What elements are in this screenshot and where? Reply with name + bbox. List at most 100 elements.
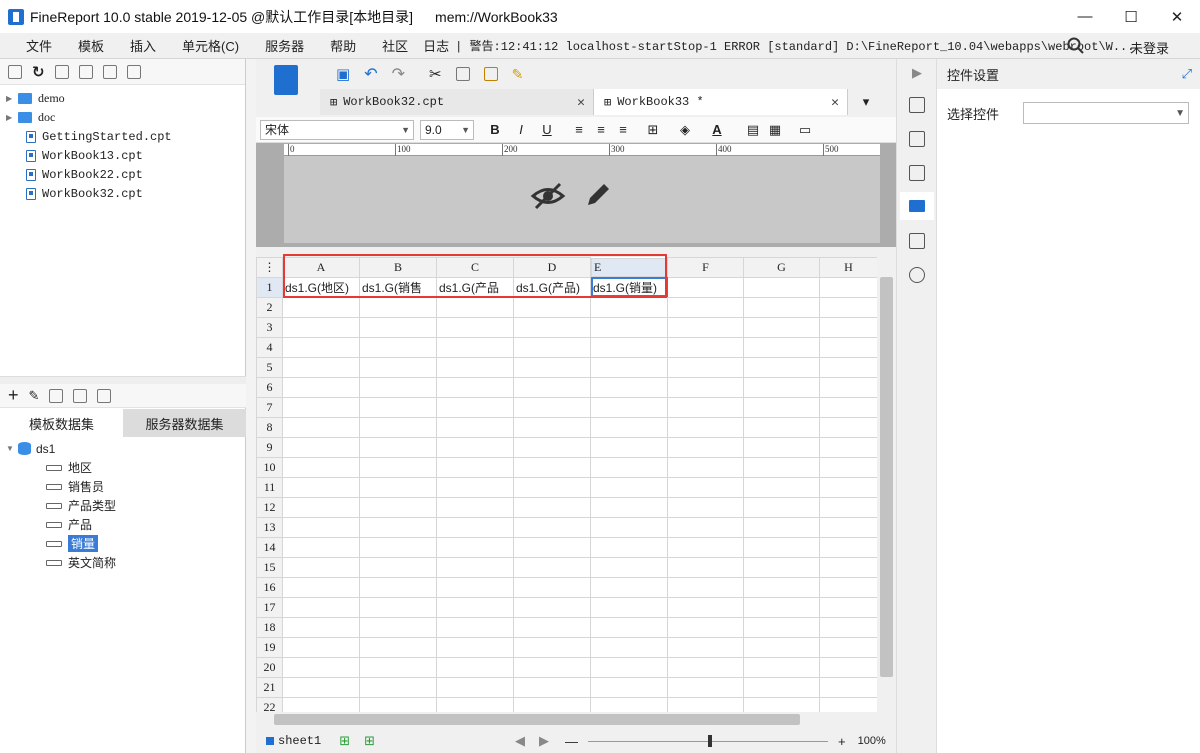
login-status[interactable]: 未登录 [1130, 38, 1169, 57]
cell[interactable] [513, 636, 591, 658]
cell[interactable] [359, 336, 437, 358]
close-tab-icon[interactable]: ✕ [577, 95, 585, 110]
cell[interactable] [436, 496, 514, 518]
cell[interactable] [436, 336, 514, 358]
cell[interactable] [819, 316, 878, 338]
cell[interactable] [667, 556, 744, 578]
cell[interactable] [590, 336, 668, 358]
cell[interactable] [590, 416, 668, 438]
cell[interactable] [359, 356, 437, 378]
row-header[interactable]: 6 [256, 376, 283, 398]
hyperlink-icon[interactable] [909, 267, 925, 283]
cell[interactable] [282, 436, 360, 458]
cell[interactable] [743, 676, 820, 698]
cell[interactable] [667, 436, 744, 458]
italic-button[interactable]: I [510, 122, 532, 137]
cell[interactable] [282, 456, 360, 478]
cell[interactable] [590, 376, 668, 398]
vertical-scrollbar[interactable] [877, 257, 896, 727]
search-icon[interactable] [1067, 37, 1085, 58]
cell[interactable] [743, 456, 820, 478]
redo-icon[interactable]: ↷ [392, 64, 405, 84]
cell[interactable] [282, 316, 360, 338]
cell[interactable] [359, 536, 437, 558]
menu-help[interactable]: 帮助 [317, 36, 369, 55]
cell[interactable] [359, 296, 437, 318]
cell[interactable] [667, 356, 744, 378]
close-button[interactable]: ✕ [1154, 0, 1200, 33]
add-poly-sheet-icon[interactable]: ⊞ [364, 733, 375, 749]
cell[interactable] [513, 576, 591, 598]
cell[interactable] [590, 356, 668, 378]
cell[interactable] [667, 476, 744, 498]
cell[interactable] [743, 476, 820, 498]
refresh-icon[interactable]: ↻ [32, 63, 45, 81]
cell[interactable] [359, 616, 437, 638]
cell[interactable] [819, 616, 878, 638]
cell[interactable] [819, 496, 878, 518]
cell[interactable] [819, 336, 878, 358]
cell[interactable] [667, 336, 744, 358]
cell[interactable] [436, 396, 514, 418]
cell[interactable] [819, 516, 878, 538]
cell[interactable] [282, 416, 360, 438]
cell[interactable] [436, 476, 514, 498]
hidden-eye-icon[interactable] [530, 181, 566, 214]
tree-item-demo[interactable]: ▶ demo [0, 89, 245, 108]
cell[interactable] [359, 636, 437, 658]
cell[interactable] [359, 576, 437, 598]
menu-server[interactable]: 服务器 [252, 36, 317, 55]
row-header[interactable]: 21 [256, 676, 283, 698]
cell[interactable] [590, 516, 668, 538]
cell[interactable] [359, 496, 437, 518]
minimize-button[interactable]: — [1062, 0, 1108, 33]
cell[interactable] [436, 316, 514, 338]
cell[interactable] [590, 436, 668, 458]
cell[interactable] [282, 596, 360, 618]
wrap-text-icon[interactable]: ▭ [794, 122, 816, 138]
column-header[interactable]: B [359, 257, 437, 278]
dataset-settings-icon[interactable] [97, 388, 112, 403]
cell[interactable] [282, 556, 360, 578]
cell[interactable] [590, 576, 668, 598]
panel-splitter[interactable] [246, 59, 256, 753]
cell[interactable] [513, 556, 591, 578]
cell[interactable] [819, 476, 878, 498]
paste-icon[interactable] [483, 67, 498, 81]
next-sheet-icon[interactable]: ▶ [539, 733, 549, 749]
menu-file[interactable]: 文件 [0, 36, 65, 55]
cell[interactable] [743, 296, 820, 318]
cell[interactable] [743, 656, 820, 678]
tab-list-icon[interactable]: ▾ [848, 89, 884, 115]
cut-icon[interactable]: ✂ [429, 65, 442, 83]
new-folder-icon[interactable] [8, 64, 22, 79]
cell[interactable] [667, 596, 744, 618]
cell[interactable] [282, 616, 360, 638]
cell[interactable] [282, 376, 360, 398]
row-header[interactable]: 3 [256, 316, 283, 338]
cell[interactable] [819, 356, 878, 378]
cell[interactable] [590, 636, 668, 658]
cell[interactable] [359, 656, 437, 678]
cell[interactable] [359, 676, 437, 698]
cell[interactable] [590, 396, 668, 418]
cell[interactable] [590, 476, 668, 498]
cell[interactable] [667, 536, 744, 558]
scroll-thumb[interactable] [880, 277, 893, 677]
cell[interactable] [667, 416, 744, 438]
cell[interactable] [819, 636, 878, 658]
fill-color-icon[interactable]: ◈ [674, 122, 696, 138]
template-info-icon[interactable] [54, 64, 69, 79]
field-item[interactable]: 产品 [0, 515, 246, 534]
menu-community[interactable]: 社区 [369, 36, 421, 55]
cell[interactable] [819, 396, 878, 418]
cell[interactable] [436, 456, 514, 478]
border-icon[interactable]: ⊞ [642, 122, 664, 138]
cell[interactable] [590, 456, 668, 478]
corner-cell[interactable]: ⋮ [256, 257, 283, 278]
settings-icon[interactable] [78, 64, 93, 79]
row-header[interactable]: 12 [256, 496, 283, 518]
cell[interactable] [282, 576, 360, 598]
cell[interactable] [743, 636, 820, 658]
cell[interactable] [667, 636, 744, 658]
